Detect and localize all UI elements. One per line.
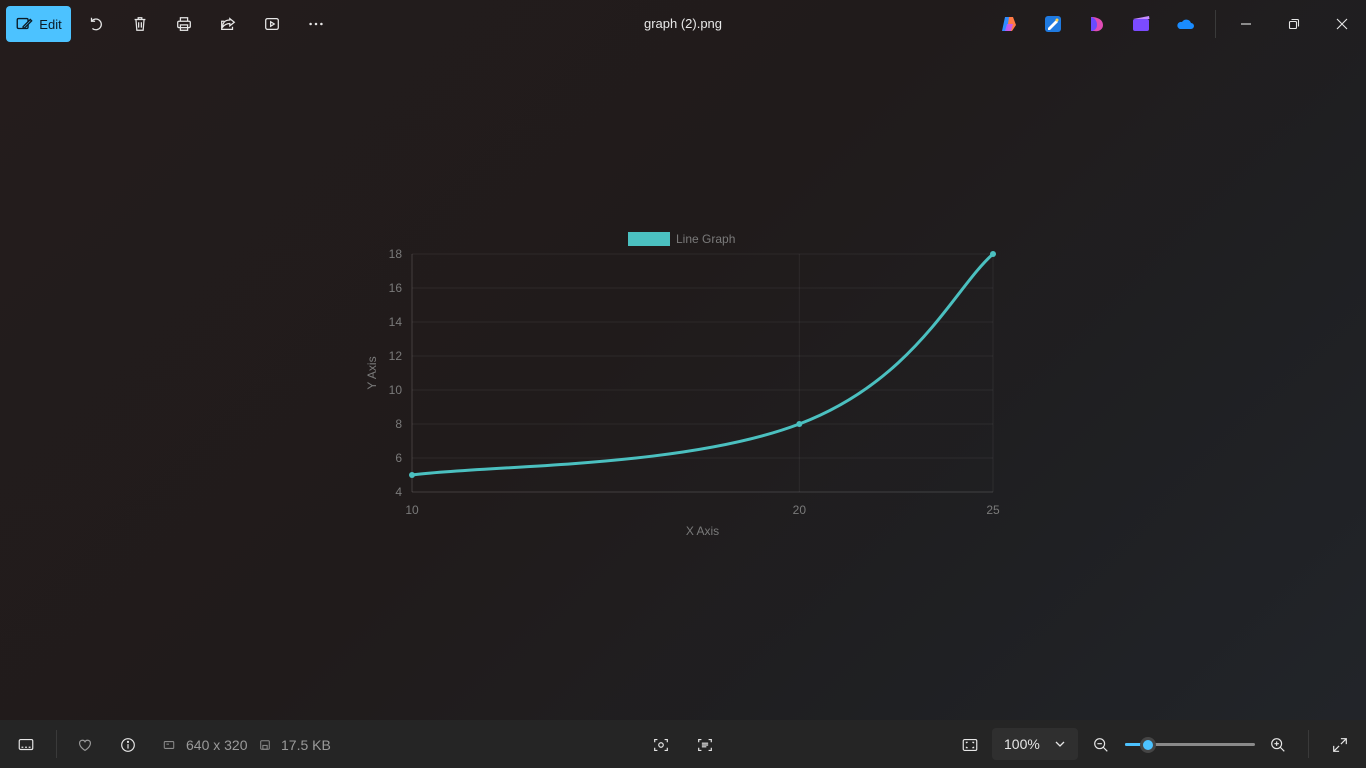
photo-editor-app-button[interactable] bbox=[1043, 14, 1063, 34]
visual-search-icon bbox=[654, 739, 668, 751]
zoom-in-button[interactable] bbox=[1267, 734, 1289, 756]
y-tick-label: 6 bbox=[395, 451, 402, 465]
onedrive-app-button[interactable] bbox=[1175, 14, 1195, 34]
y-tick-label: 10 bbox=[389, 383, 403, 397]
data-point bbox=[796, 421, 803, 427]
print-button[interactable] bbox=[172, 12, 196, 36]
designer-icon bbox=[1091, 17, 1103, 32]
fit-to-window-button[interactable] bbox=[959, 734, 981, 756]
x-tick-label: 10 bbox=[405, 503, 419, 517]
fullscreen-button[interactable] bbox=[1329, 734, 1351, 756]
heart-icon bbox=[79, 739, 91, 752]
file-info-button[interactable] bbox=[117, 734, 139, 756]
favorite-button[interactable] bbox=[74, 734, 96, 756]
trash-icon bbox=[134, 17, 146, 31]
clipchamp-app-button[interactable] bbox=[1131, 14, 1151, 34]
filmstrip-toggle-button[interactable] bbox=[15, 734, 37, 756]
y-tick-label: 16 bbox=[389, 281, 403, 295]
text-scan-icon bbox=[698, 739, 712, 751]
zoom-out-icon bbox=[1094, 738, 1108, 752]
zoom-level-value: 100% bbox=[1004, 736, 1040, 752]
x-tick-label: 20 bbox=[793, 503, 807, 517]
designer-app-button[interactable] bbox=[1087, 14, 1107, 34]
file-size-icon bbox=[258, 738, 272, 752]
info-icon bbox=[121, 738, 135, 752]
image-dimensions: 640 x 320 bbox=[186, 737, 248, 753]
series-line bbox=[411, 252, 994, 477]
file-size: 17.5 KB bbox=[281, 737, 331, 753]
fit-window-icon bbox=[962, 739, 978, 751]
status-divider-right bbox=[1308, 730, 1309, 758]
restore-icon bbox=[1288, 18, 1300, 30]
y-tick-label: 8 bbox=[395, 417, 402, 431]
top-toolbar: Edit graph (2).png bbox=[0, 0, 1366, 48]
window-title: graph (2).png bbox=[643, 16, 723, 31]
onedrive-cloud-icon bbox=[1177, 19, 1194, 29]
share-icon bbox=[221, 17, 236, 31]
copilot-app-button[interactable] bbox=[999, 14, 1019, 34]
y-tick-label: 18 bbox=[389, 247, 403, 261]
x-axis-title: X Axis bbox=[686, 524, 719, 538]
zoom-in-icon bbox=[1271, 738, 1285, 752]
toolbar-divider bbox=[1215, 10, 1216, 38]
image-viewport: 4 6 8 10 12 14 16 18 10 20 25 X Axis Y Axis Line Grap… bbox=[363, 224, 1003, 544]
zoom-out-button[interactable] bbox=[1090, 734, 1112, 756]
delete-button[interactable] bbox=[128, 12, 152, 36]
restore-button[interactable] bbox=[1282, 12, 1306, 36]
close-icon bbox=[1336, 18, 1348, 30]
video-editor-icon bbox=[1133, 16, 1150, 31]
more-icon bbox=[309, 22, 323, 26]
edit-image-icon bbox=[16, 17, 33, 30]
edit-button[interactable]: Edit bbox=[6, 6, 71, 42]
filmstrip-icon bbox=[18, 739, 34, 751]
zoom-level-dropdown[interactable]: 100% bbox=[992, 728, 1078, 760]
text-scan-button[interactable] bbox=[694, 734, 716, 756]
chevron-down-icon bbox=[1055, 741, 1065, 747]
legend-label: Line Graph bbox=[676, 232, 735, 246]
x-tick-label: 25 bbox=[986, 503, 1000, 517]
share-button[interactable] bbox=[216, 12, 240, 36]
data-point bbox=[409, 472, 415, 478]
image-editor-icon bbox=[1045, 16, 1061, 32]
minimize-icon bbox=[1241, 23, 1251, 25]
dimensions-icon bbox=[162, 738, 176, 752]
rotate-icon bbox=[90, 17, 102, 31]
slideshow-button[interactable] bbox=[260, 12, 284, 36]
printer-icon bbox=[177, 17, 191, 31]
status-divider bbox=[56, 730, 57, 758]
rotate-button[interactable] bbox=[84, 12, 108, 36]
visual-search-button[interactable] bbox=[650, 734, 672, 756]
y-axis-title: Y Axis bbox=[365, 356, 379, 389]
y-tick-label: 14 bbox=[389, 315, 403, 329]
data-point bbox=[990, 251, 996, 257]
line-chart: 4 6 8 10 12 14 16 18 10 20 25 X Axis Y Axis Line Grap… bbox=[365, 232, 1000, 538]
edit-label: Edit bbox=[39, 16, 62, 32]
minimize-button[interactable] bbox=[1234, 12, 1258, 36]
expand-icon bbox=[1333, 738, 1347, 752]
copilot-icon bbox=[1002, 17, 1016, 31]
play-icon bbox=[265, 17, 279, 31]
y-tick-label: 12 bbox=[389, 349, 403, 363]
more-options-button[interactable] bbox=[304, 12, 328, 36]
close-button[interactable] bbox=[1330, 12, 1354, 36]
y-tick-label: 4 bbox=[395, 485, 402, 499]
legend-swatch bbox=[628, 232, 670, 246]
